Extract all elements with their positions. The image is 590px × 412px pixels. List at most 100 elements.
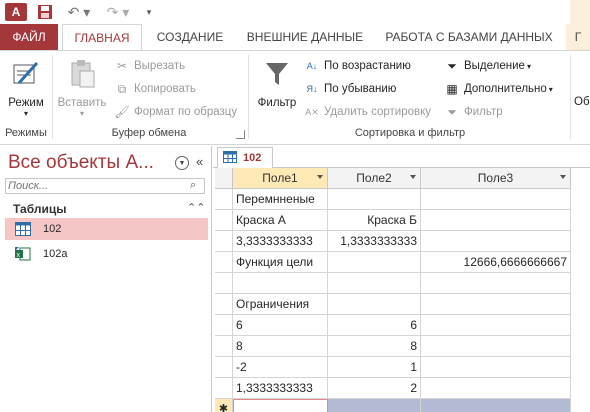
group-label-modes: Режимы (5, 127, 47, 139)
row-selector[interactable] (215, 252, 233, 273)
format-painter-button[interactable]: 🖌 Формат по образцу (114, 103, 237, 121)
nav-menu-dropdown-icon[interactable]: ▼ (175, 156, 189, 170)
remove-sort-button[interactable]: A⨯ Удалить сортировку (304, 103, 431, 121)
nav-group-tables[interactable]: Таблицы ⌃⌃ (5, 201, 205, 217)
toggle-filter-button[interactable]: ⏷ Фильтр (444, 103, 502, 121)
row-selector[interactable] (215, 336, 233, 357)
table-cell[interactable]: Перемнненые (233, 189, 328, 210)
sort-descending-button[interactable]: Я↓ По убыванию (304, 80, 397, 98)
document-area: 102 Поле1 Поле2 Поле3 Перемнненые Краска… (213, 146, 590, 412)
new-record-cell[interactable] (328, 399, 421, 412)
table-cell[interactable]: Краска А (233, 210, 328, 231)
toggle-filter-icon: ⏷ (447, 104, 457, 119)
table-cell[interactable]: 2 (328, 378, 421, 399)
table-cell[interactable]: 1,3333333333 (328, 231, 421, 252)
column-dropdown-icon[interactable] (317, 175, 323, 179)
table-cell[interactable] (421, 378, 571, 399)
tab-external-data[interactable]: ВНЕШНИЕ ДАННЫЕ (240, 24, 370, 50)
table-cell[interactable] (328, 189, 421, 210)
format-painter-icon: 🖌 (114, 105, 130, 119)
table-cell[interactable] (421, 231, 571, 252)
nav-item-table-102[interactable]: 102 (5, 218, 208, 240)
row-selector[interactable] (215, 210, 233, 231)
group-label-clipboard: Буфер обмена (111, 127, 187, 139)
table-cell[interactable] (421, 357, 571, 378)
nav-item-table-102a[interactable]: x 102a (5, 243, 208, 265)
table-cell[interactable]: 8 (328, 336, 421, 357)
navigation-pane: Все объекты А... ▼ « ⌕ Таблицы ⌃⌃ 102 x … (0, 146, 212, 412)
collapse-pane-icon[interactable]: « (196, 154, 203, 169)
new-record-cell[interactable] (421, 399, 571, 412)
sort-descending-label: По убыванию (324, 83, 397, 95)
dialog-launcher-icon[interactable] (236, 130, 245, 139)
table-cell[interactable]: Краска Б (328, 210, 421, 231)
table-cell[interactable] (328, 252, 421, 273)
undo-icon[interactable]: ↶ ▾ (66, 3, 92, 21)
table-cell[interactable]: 1,3333333333 (233, 378, 328, 399)
table-cell[interactable] (421, 294, 571, 315)
row-selector[interactable] (215, 357, 233, 378)
customize-qat-icon[interactable]: ▾ (143, 3, 155, 21)
column-header-field1[interactable]: Поле1 (233, 168, 328, 189)
column-header-field2[interactable]: Поле2 (328, 168, 421, 189)
search-icon[interactable]: ⌕ (190, 179, 196, 192)
tab-contextual[interactable]: Г (566, 24, 590, 50)
column-header-label: Поле1 (262, 171, 298, 185)
tab-home[interactable]: ГЛАВНАЯ (62, 24, 142, 50)
selection-filter-icon: ⏷ (447, 58, 457, 73)
ribbon-tabs: ФАЙЛ ГЛАВНАЯ СОЗДАНИЕ ВНЕШНИЕ ДАННЫЕ РАБ… (0, 24, 590, 50)
table-cell[interactable] (421, 210, 571, 231)
tab-database-tools[interactable]: РАБОТА С БАЗАМИ ДАННЫХ (380, 24, 558, 50)
row-selector[interactable] (215, 294, 233, 315)
cut-label: Вырезать (134, 60, 186, 72)
column-header-field3[interactable]: Поле3 (421, 168, 571, 189)
row-selector[interactable] (215, 273, 233, 294)
table-cell[interactable] (421, 315, 571, 336)
row-selector[interactable] (215, 189, 233, 210)
new-record-selector[interactable]: ✱ (215, 399, 233, 412)
table-cell[interactable] (328, 273, 421, 294)
cut-button[interactable]: ✂ Вырезать (114, 57, 185, 75)
table-cell[interactable] (233, 273, 328, 294)
access-logo-icon: A (5, 3, 27, 21)
column-dropdown-icon[interactable] (410, 175, 416, 179)
document-tab-102[interactable]: 102 (217, 147, 273, 168)
row-selector[interactable] (215, 315, 233, 336)
nav-title[interactable]: Все объекты А... (8, 152, 154, 174)
paste-button[interactable]: Вставить ▾ (56, 57, 108, 118)
table-cell[interactable]: 1 (328, 357, 421, 378)
tab-create[interactable]: СОЗДАНИЕ (150, 24, 230, 50)
table-cell[interactable]: 6 (328, 315, 421, 336)
save-icon[interactable] (36, 3, 54, 21)
document-tab-label: 102 (243, 152, 262, 164)
row-selector[interactable] (215, 378, 233, 399)
table-cell[interactable]: Функция цели (233, 252, 328, 273)
table-cell[interactable] (421, 273, 571, 294)
table-cell[interactable]: 8 (233, 336, 328, 357)
copy-button[interactable]: ⧉ Копировать (114, 80, 196, 98)
table-cell[interactable]: -2 (233, 357, 328, 378)
table-cell[interactable]: 3,3333333333 (233, 231, 328, 252)
table-cell[interactable]: Ограничения (233, 294, 328, 315)
column-dropdown-icon[interactable] (560, 175, 566, 179)
select-all-corner[interactable] (215, 168, 233, 189)
advanced-label: Дополнительно (464, 83, 547, 95)
table-cell[interactable]: 12666,6666666667 (421, 252, 571, 273)
tab-file[interactable]: ФАЙЛ (0, 24, 58, 50)
row-selector[interactable] (215, 231, 233, 252)
collapse-group-icon[interactable]: ⌃⌃ (187, 201, 205, 214)
redo-icon[interactable]: ↷ ▾ (105, 3, 131, 21)
new-record-cell-active[interactable] (233, 399, 328, 412)
table-cell[interactable] (328, 294, 421, 315)
sort-ascending-button[interactable]: A↓ По возрастанию (304, 57, 411, 75)
chevron-down-icon: ▾ (548, 84, 553, 94)
table-cell[interactable]: 6 (233, 315, 328, 336)
nav-search-input[interactable] (5, 178, 205, 194)
view-mode-button[interactable]: Режим ▾ (4, 57, 48, 118)
selection-button[interactable]: ⏷ Выделение ▾ (444, 57, 531, 75)
table-cell[interactable] (421, 189, 571, 210)
advanced-button[interactable]: ▦ Дополнительно ▾ (444, 80, 553, 98)
table-cell[interactable] (421, 336, 571, 357)
nav-header: Все объекты А... ▼ « (4, 150, 210, 176)
filter-button[interactable]: Фильтр (252, 57, 302, 109)
